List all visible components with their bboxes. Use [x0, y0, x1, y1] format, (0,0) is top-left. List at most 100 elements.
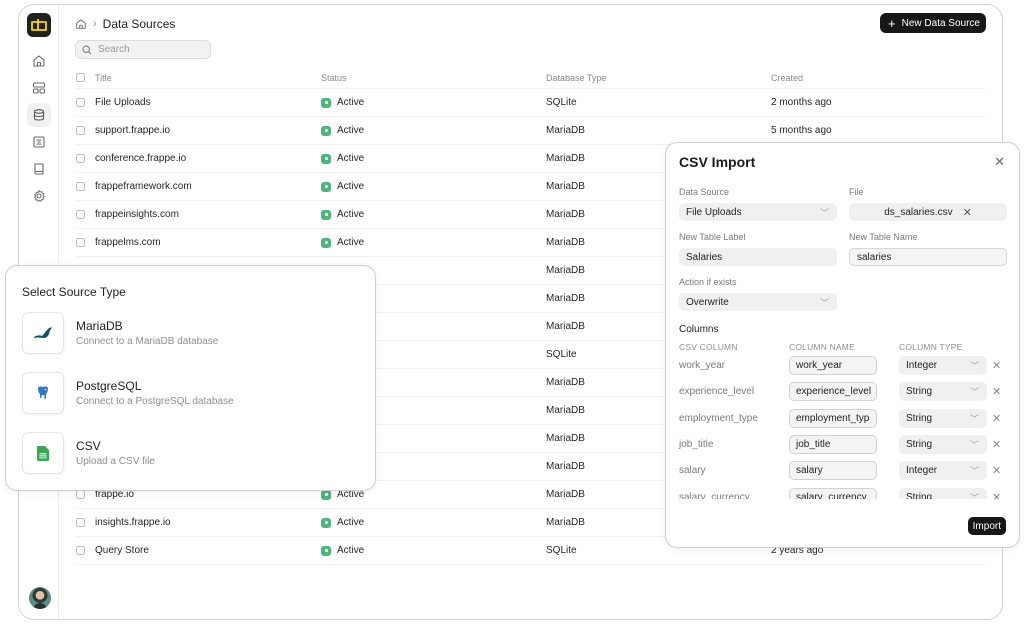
select-all-checkbox[interactable]: [76, 73, 85, 82]
column-name-input[interactable]: employment_typ: [789, 408, 877, 428]
column-type-select[interactable]: Integer ﹀: [899, 356, 987, 375]
sidebar-item-queries[interactable]: [27, 130, 51, 154]
column-header-created[interactable]: Created: [771, 73, 803, 83]
status-text: Active: [337, 517, 365, 528]
column-type-value: String: [906, 386, 933, 398]
sidebar-item-notebooks[interactable]: [27, 157, 51, 181]
book-icon: [34, 163, 44, 175]
row-checkbox[interactable]: [76, 154, 85, 163]
new-data-source-button[interactable]: + New Data Source: [880, 13, 986, 33]
column-name-header: COLUMN NAME: [789, 342, 855, 352]
row-title: frappelms.com: [95, 237, 161, 248]
row-checkbox[interactable]: [76, 210, 85, 219]
file-label: File: [849, 187, 864, 197]
search-box[interactable]: [75, 40, 211, 59]
import-button[interactable]: Import: [967, 517, 1006, 535]
chevron-down-icon: ﹀: [969, 439, 979, 450]
file-chip: ds_salaries.csv ✕: [849, 203, 1007, 221]
row-checkbox[interactable]: [76, 518, 85, 527]
source-description: Upload a CSV file: [76, 456, 155, 467]
csv-column-name: employment_type: [679, 412, 758, 424]
column-header-status[interactable]: Status: [321, 73, 347, 83]
action-if-exists-select[interactable]: Overwrite ﹀: [679, 293, 837, 311]
row-checkbox[interactable]: [76, 98, 85, 107]
column-type-select[interactable]: String ﹀: [899, 487, 987, 500]
sidebar-item-settings[interactable]: [27, 184, 51, 208]
status-badge: Active: [321, 181, 364, 192]
remove-column-icon[interactable]: ✕: [992, 359, 1001, 372]
layout-icon: [32, 82, 46, 94]
home-icon: [33, 55, 45, 67]
user-avatar[interactable]: [29, 587, 51, 609]
row-database-type: MariaDB: [546, 461, 585, 472]
app-logo[interactable]: [27, 13, 51, 37]
source-option-postgresql[interactable]: PostgreSQL Connect to a PostgreSQL datab…: [22, 372, 352, 416]
source-option-mariadb[interactable]: MariaDB Connect to a MariaDB database: [22, 312, 352, 356]
remove-column-icon[interactable]: ✕: [992, 385, 1001, 398]
remove-column-icon[interactable]: ✕: [992, 491, 1001, 500]
data-source-value: File Uploads: [686, 206, 742, 218]
column-type-select[interactable]: String ﹀: [899, 408, 987, 428]
row-database-type: MariaDB: [546, 405, 585, 416]
csv-column-name: work_year: [679, 360, 726, 371]
remove-column-icon[interactable]: ✕: [992, 438, 1001, 451]
row-database-type: MariaDB: [546, 125, 585, 136]
data-source-select[interactable]: File Uploads ﹀: [679, 203, 837, 221]
remove-file-icon[interactable]: ✕: [963, 206, 972, 219]
sidebar-item-dashboards[interactable]: [27, 76, 51, 100]
document-icon: [33, 136, 45, 148]
csv-column-name: job_title: [679, 438, 714, 450]
status-active-icon: [321, 153, 331, 164]
row-checkbox[interactable]: [76, 546, 85, 555]
insights-logo-icon: [31, 19, 47, 31]
row-checkbox[interactable]: [76, 238, 85, 247]
row-checkbox[interactable]: [76, 126, 85, 135]
remove-column-icon[interactable]: ✕: [992, 412, 1001, 425]
topbar: › Data Sources + New Data Source: [75, 13, 986, 35]
new-table-label-input[interactable]: Salaries: [679, 248, 837, 266]
remove-column-icon[interactable]: ✕: [992, 464, 1001, 477]
column-type-select[interactable]: String ﹀: [899, 434, 987, 454]
search-input[interactable]: [98, 44, 198, 55]
column-header-title[interactable]: Title: [95, 73, 112, 83]
column-name-input[interactable]: experience_level: [789, 382, 877, 402]
column-type-value: String: [906, 491, 933, 500]
column-type-select[interactable]: Integer ﹀: [899, 461, 987, 481]
table-row[interactable]: File Uploads Active SQLite 2 months ago: [75, 89, 985, 117]
column-name-input[interactable]: salary: [789, 461, 877, 481]
column-name-input[interactable]: salary_currency: [789, 487, 877, 499]
status-active-icon: [321, 237, 331, 248]
row-database-type: MariaDB: [546, 517, 585, 528]
status-active-icon: [321, 517, 331, 528]
plus-icon: +: [888, 15, 896, 31]
table-row[interactable]: support.frappe.io Active MariaDB 5 months a…: [75, 117, 985, 145]
status-badge: Active: [321, 153, 364, 164]
new-table-label-label: New Table Label: [679, 232, 746, 242]
column-name-input[interactable]: work_year: [789, 356, 877, 375]
row-checkbox[interactable]: [76, 182, 85, 191]
page-title: Data Sources: [102, 17, 176, 31]
sidebar-item-data-sources[interactable]: [27, 103, 51, 127]
database-icon: [33, 109, 45, 121]
row-title: conference.frappe.io: [95, 153, 187, 164]
column-type-select[interactable]: String ﹀: [899, 382, 987, 402]
source-option-csv[interactable]: CSV Upload a CSV file: [22, 432, 352, 476]
row-database-type: SQLite: [546, 97, 577, 108]
status-text: Active: [337, 237, 365, 248]
csv-import-dialog: CSV Import ✕ Data Source File Uploads ﹀ …: [665, 142, 1020, 548]
column-type-header: COLUMN TYPE: [899, 342, 963, 352]
home-icon[interactable]: [75, 18, 87, 30]
columns-section-title: Columns: [679, 324, 719, 335]
column-name-input[interactable]: job_title: [789, 434, 877, 454]
column-header-database-type[interactable]: Database Type: [546, 73, 606, 83]
status-badge: Active: [321, 209, 364, 220]
row-checkbox[interactable]: [76, 490, 85, 499]
postgresql-elephant-icon: [38, 386, 48, 400]
column-type-value: Integer: [906, 360, 938, 371]
close-icon[interactable]: ✕: [994, 154, 1005, 170]
new-table-name-input[interactable]: salaries: [849, 248, 1007, 266]
columns-list[interactable]: work_year work_year Integer ﹀ ✕ experience_le…: [666, 356, 1019, 499]
sidebar-item-home[interactable]: [27, 49, 51, 73]
status-badge: Active: [321, 97, 364, 108]
column-mapping-row: salary salary Integer ﹀ ✕: [666, 461, 1019, 481]
